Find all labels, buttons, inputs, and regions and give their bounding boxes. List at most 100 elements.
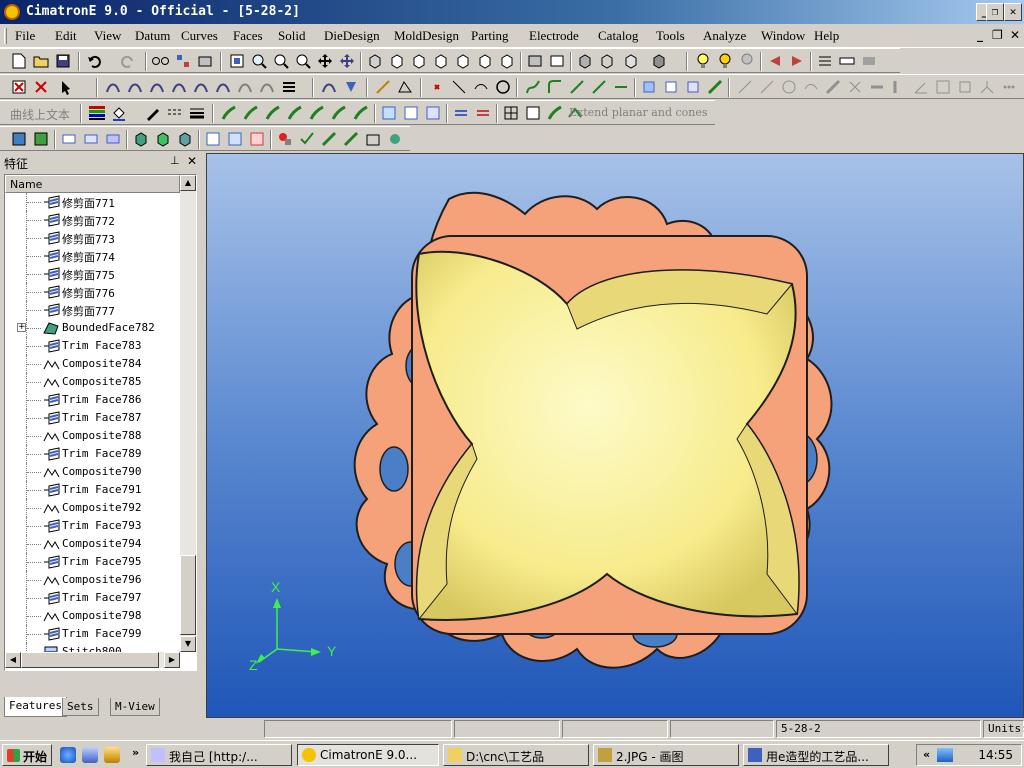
menu-analyze[interactable]: Analyze xyxy=(703,28,746,44)
boundary-surface-icon[interactable] xyxy=(308,104,326,122)
scroll-left-button[interactable]: ◀ xyxy=(5,652,21,668)
body2-icon[interactable] xyxy=(154,130,172,148)
fillet-curve-icon[interactable] xyxy=(546,78,564,96)
view-manager-icon[interactable] xyxy=(548,52,566,70)
tree-row[interactable]: Stitch800 xyxy=(5,643,180,652)
panel-pin-icon[interactable]: ⊥ xyxy=(170,154,180,167)
undo-icon[interactable] xyxy=(86,52,104,70)
horizontal-scroll-thumb[interactable] xyxy=(21,652,159,668)
surface-icon[interactable] xyxy=(126,78,144,96)
view-glasses-icon[interactable] xyxy=(152,52,170,70)
tree-row[interactable]: Trim Face799 xyxy=(5,625,180,643)
tree-row[interactable]: 修剪面772 xyxy=(5,211,180,229)
line-icon[interactable] xyxy=(450,78,468,96)
task-button-folder[interactable]: D:\cnc\工艺品 xyxy=(443,744,589,766)
menu-molddesign[interactable]: MoldDesign xyxy=(394,28,459,44)
mdi-close-button[interactable]: ✕ xyxy=(1010,28,1020,42)
split-face-icon[interactable] xyxy=(424,104,442,122)
delete-icon[interactable] xyxy=(10,78,28,96)
menu-faces[interactable]: Faces xyxy=(233,28,263,44)
line-weight-icon[interactable] xyxy=(188,104,206,122)
previous-arrow-icon[interactable] xyxy=(766,52,784,70)
menu-electrode[interactable]: Electrode xyxy=(529,28,579,44)
scroll-down-button[interactable]: ▼ xyxy=(180,636,196,652)
next-arrow-icon[interactable] xyxy=(788,52,806,70)
tree-row[interactable]: 修剪面775 xyxy=(5,265,180,283)
view-iso-icon[interactable] xyxy=(366,52,384,70)
tree-row[interactable]: 修剪面773 xyxy=(5,229,180,247)
horizontal-scrollbar[interactable]: ◀ ▶ xyxy=(5,652,180,668)
menu-curves[interactable]: Curves xyxy=(181,28,218,44)
tree-row[interactable]: Composite785 xyxy=(5,373,180,391)
layer-move-icon[interactable] xyxy=(104,130,122,148)
task-button-cimatron[interactable]: CimatronE 9.0... xyxy=(297,744,439,766)
circle-icon[interactable] xyxy=(494,78,512,96)
layer-new-icon[interactable] xyxy=(60,130,78,148)
zoom-window-icon[interactable] xyxy=(228,52,246,70)
tree-row[interactable]: Composite790 xyxy=(5,463,180,481)
tree-row[interactable]: Trim Face797 xyxy=(5,589,180,607)
tree-row[interactable]: Composite792 xyxy=(5,499,180,517)
surface4-icon[interactable] xyxy=(192,78,210,96)
tree-row[interactable]: + BoundedFace782 xyxy=(5,319,180,337)
face-boundary-icon[interactable] xyxy=(640,78,658,96)
mdi-restore-button[interactable]: ❐ xyxy=(992,28,1003,42)
tree-row[interactable]: Trim Face793 xyxy=(5,517,180,535)
menu-diedesign[interactable]: DieDesign xyxy=(324,28,380,44)
extend-planar-label[interactable]: Extend planar and cones xyxy=(569,106,708,119)
pattern-icon[interactable] xyxy=(386,130,404,148)
extrude-surface-icon[interactable] xyxy=(220,104,238,122)
tree-row[interactable]: 修剪面777 xyxy=(5,301,180,319)
messenger-icon[interactable] xyxy=(82,747,98,763)
menu-view[interactable]: View xyxy=(94,28,121,44)
feature-edit-icon[interactable] xyxy=(342,78,360,96)
assembly-icon[interactable] xyxy=(204,130,222,148)
vertical-scroll-thumb[interactable] xyxy=(180,555,196,635)
light-off-icon[interactable] xyxy=(738,52,756,70)
surface5-icon[interactable] xyxy=(214,78,232,96)
tree-column-header[interactable]: Name xyxy=(5,175,180,193)
layers-icon[interactable] xyxy=(196,52,214,70)
sketch-icon[interactable] xyxy=(104,78,122,96)
color-palette-icon[interactable] xyxy=(88,104,106,122)
tree-row[interactable]: Composite794 xyxy=(5,535,180,553)
tree-row[interactable]: 修剪面776 xyxy=(5,283,180,301)
light-bulb-on-icon[interactable] xyxy=(716,52,734,70)
trim-face-icon[interactable] xyxy=(402,104,420,122)
spline-icon[interactable] xyxy=(524,78,542,96)
pin-point-icon[interactable] xyxy=(276,130,294,148)
point-icon[interactable] xyxy=(428,78,446,96)
surface7-icon[interactable] xyxy=(258,78,276,96)
feature-tree[interactable]: Name 修剪面771 修剪面772 修剪面773 修剪面774 修剪面775 修剪面77… xyxy=(4,174,197,671)
body-icon[interactable] xyxy=(132,130,150,148)
mesh-surface-icon[interactable] xyxy=(330,104,348,122)
scroll-up-button[interactable]: ▲ xyxy=(180,175,196,191)
stitch-face-icon[interactable] xyxy=(452,104,470,122)
body3-icon[interactable] xyxy=(176,130,194,148)
render-mode-icon[interactable] xyxy=(650,52,668,70)
panel-close-icon[interactable]: ✕ xyxy=(187,154,197,168)
drape-surface-icon[interactable] xyxy=(352,104,370,122)
media-icon[interactable] xyxy=(104,747,120,763)
pan-icon[interactable] xyxy=(316,52,334,70)
offset-curve-icon[interactable] xyxy=(684,78,702,96)
task-button-paint[interactable]: 2.JPG - 画图 xyxy=(593,744,739,766)
surface3-icon[interactable] xyxy=(170,78,188,96)
assembly3-icon[interactable] xyxy=(248,130,266,148)
bounded-face-icon[interactable] xyxy=(380,104,398,122)
break-curve-icon[interactable] xyxy=(590,78,608,96)
mirror-icon[interactable] xyxy=(342,130,360,148)
tree-row[interactable]: Composite798 xyxy=(5,607,180,625)
expand-toggle[interactable]: + xyxy=(17,323,26,332)
menu-parting[interactable]: Parting xyxy=(471,28,509,44)
surface-edit-icon[interactable] xyxy=(524,104,542,122)
view-bottom-icon[interactable] xyxy=(498,52,516,70)
edit-sketch-icon[interactable] xyxy=(320,78,338,96)
tab-features[interactable]: Features xyxy=(4,697,67,717)
solid-open-icon[interactable] xyxy=(32,130,50,148)
quicklaunch-more[interactable]: » xyxy=(132,746,139,759)
split-curve-icon[interactable] xyxy=(612,78,630,96)
zoom-icon[interactable] xyxy=(294,52,312,70)
tree-row[interactable]: Trim Face787 xyxy=(5,409,180,427)
wireframe-icon[interactable] xyxy=(598,52,616,70)
